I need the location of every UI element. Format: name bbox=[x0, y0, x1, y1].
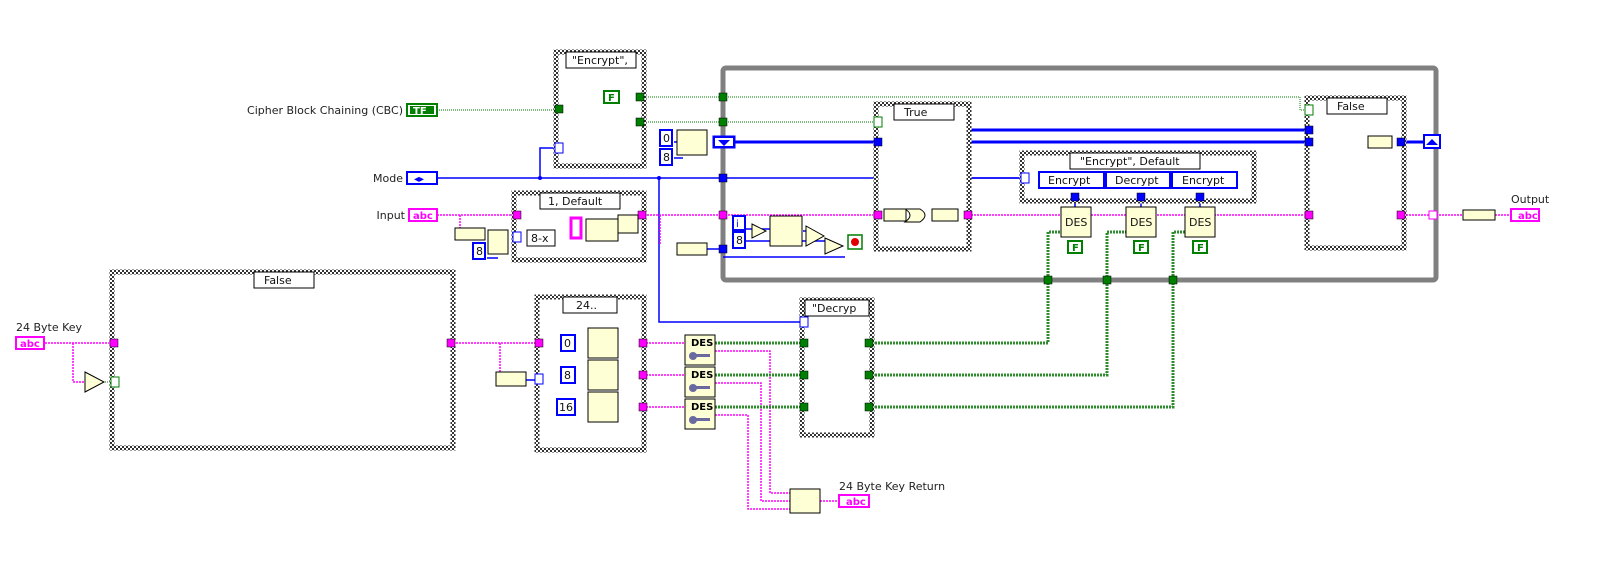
svg-text:i: i bbox=[736, 219, 739, 230]
string-length-node bbox=[676, 242, 708, 256]
byte-array-to-string-node bbox=[1462, 209, 1496, 221]
des-key-subvi-1[interactable]: DES bbox=[684, 334, 716, 366]
svg-text:abc: abc bbox=[1518, 211, 1538, 222]
block-diagram: "Encrypt", 1, Default True "Encrypt", De… bbox=[15, 49, 1550, 514]
svg-text:abc: abc bbox=[413, 211, 433, 222]
indicator-output: Output abc bbox=[1510, 193, 1550, 222]
case-selector-label[interactable]: True bbox=[903, 106, 928, 119]
string-length-node bbox=[454, 227, 486, 241]
svg-text:16: 16 bbox=[559, 401, 573, 414]
string-subset-node bbox=[587, 327, 619, 359]
des-subvi-encrypt-1[interactable]: DES bbox=[1060, 206, 1092, 238]
svg-text:F: F bbox=[1197, 243, 1204, 254]
case-selector-label[interactable]: False bbox=[264, 274, 292, 287]
string-subset-node bbox=[769, 215, 803, 247]
string-subset-node bbox=[587, 391, 619, 423]
svg-text:DES: DES bbox=[691, 402, 713, 413]
case-key-check[interactable]: False bbox=[109, 269, 456, 451]
svg-text:0: 0 bbox=[663, 132, 670, 145]
constant-offset-8[interactable]: 8 bbox=[560, 366, 576, 384]
enum-encrypt-1[interactable]: Encrypt bbox=[1038, 171, 1105, 189]
case-selector-label[interactable]: 1, Default bbox=[548, 195, 603, 208]
svg-text:Input: Input bbox=[377, 209, 406, 222]
empty-string-node bbox=[84, 371, 106, 393]
svg-text:8: 8 bbox=[476, 245, 483, 258]
control-input[interactable]: Input abc bbox=[377, 208, 438, 222]
control-24-byte-key[interactable]: 24 Byte Key abc bbox=[15, 321, 83, 350]
svg-text:F: F bbox=[1138, 243, 1145, 254]
greater-equal-node bbox=[824, 237, 845, 255]
constant-eight-pad[interactable]: 8 bbox=[472, 242, 486, 260]
constant-eight-loop[interactable]: 8 bbox=[732, 231, 746, 249]
svg-text:Decrypt: Decrypt bbox=[1115, 174, 1159, 187]
svg-text:F: F bbox=[608, 93, 615, 104]
constant-zero-init[interactable]: 0 bbox=[659, 129, 673, 147]
des-subvi-decrypt[interactable]: DES bbox=[1125, 206, 1157, 238]
svg-text:24 Byte Key Return: 24 Byte Key Return bbox=[839, 480, 945, 493]
case-cbc-xor[interactable]: True bbox=[873, 101, 972, 252]
concatenate-strings-node bbox=[617, 214, 639, 234]
constant-false-des3[interactable]: F bbox=[1192, 240, 1208, 254]
control-mode[interactable]: Mode ◂▸ bbox=[373, 171, 438, 185]
string-length-node bbox=[495, 371, 527, 387]
type-cast-node bbox=[883, 208, 907, 222]
string-subset-node bbox=[587, 359, 619, 391]
initialize-array-node bbox=[676, 129, 708, 156]
svg-text:Mode: Mode bbox=[373, 172, 403, 185]
type-cast-node bbox=[1367, 135, 1393, 149]
enum-decrypt[interactable]: Decrypt bbox=[1105, 171, 1171, 189]
svg-text:F: F bbox=[1072, 243, 1079, 254]
svg-text:abc: abc bbox=[20, 339, 40, 350]
svg-text:abc: abc bbox=[846, 497, 866, 508]
svg-text:DES: DES bbox=[1130, 216, 1152, 229]
svg-text:Encrypt: Encrypt bbox=[1182, 174, 1225, 187]
svg-text:DES: DES bbox=[1065, 216, 1087, 229]
case-selector-label[interactable]: "Decryp bbox=[812, 302, 856, 315]
svg-text:Output: Output bbox=[1511, 193, 1550, 206]
control-cbc[interactable]: Cipher Block Chaining (CBC) TF bbox=[247, 103, 438, 117]
svg-text:DES: DES bbox=[1189, 216, 1211, 229]
indicator-24-byte-key-return: 24 Byte Key Return abc bbox=[838, 480, 945, 508]
svg-text:0: 0 bbox=[564, 337, 571, 350]
enum-encrypt-2[interactable]: Encrypt bbox=[1171, 171, 1238, 189]
iteration-terminal bbox=[732, 215, 746, 231]
des-key-subvi-2[interactable]: DES bbox=[684, 366, 716, 398]
svg-text:DES: DES bbox=[691, 370, 713, 381]
type-cast-node bbox=[931, 208, 959, 222]
constant-offset-0[interactable]: 0 bbox=[560, 334, 576, 352]
svg-text:Encrypt: Encrypt bbox=[1048, 174, 1091, 187]
case-decrypt-swap[interactable]: "Decryp bbox=[799, 297, 875, 438]
case-encrypt-top[interactable]: "Encrypt", bbox=[553, 49, 647, 169]
svg-text:DES: DES bbox=[691, 338, 713, 349]
des-key-subvi-3[interactable]: DES bbox=[684, 398, 716, 430]
reshape-array-node bbox=[585, 218, 619, 242]
constant-false-des1[interactable]: F bbox=[1067, 240, 1083, 254]
svg-text:8: 8 bbox=[663, 151, 670, 164]
case-cbc-out[interactable]: False bbox=[1304, 95, 1407, 251]
constant-false-des2[interactable]: F bbox=[1133, 240, 1149, 254]
svg-text:8: 8 bbox=[564, 369, 571, 382]
concatenate-strings-node bbox=[789, 488, 821, 514]
case-selector-label[interactable]: False bbox=[1337, 100, 1365, 113]
svg-text:24 Byte Key: 24 Byte Key bbox=[16, 321, 83, 334]
des-subvi-encrypt-2[interactable]: DES bbox=[1184, 206, 1216, 238]
svg-text:8-x: 8-x bbox=[531, 232, 549, 245]
case-selector-label[interactable]: 24.. bbox=[576, 299, 597, 312]
svg-text:Cipher Block Chaining (CBC): Cipher Block Chaining (CBC) bbox=[247, 104, 403, 117]
svg-text:8: 8 bbox=[736, 234, 743, 247]
constant-eight-init[interactable]: 8 bbox=[659, 148, 673, 166]
empty-byte-array-constant bbox=[569, 216, 583, 240]
case-selector-label[interactable]: "Encrypt", bbox=[572, 54, 628, 67]
multiply-node bbox=[751, 223, 768, 239]
subtract-from-8-node[interactable]: 8-x bbox=[526, 229, 556, 247]
quotient-remainder-node bbox=[487, 229, 509, 255]
constant-offset-16[interactable]: 16 bbox=[556, 398, 576, 416]
svg-text:◂▸: ◂▸ bbox=[414, 174, 424, 185]
svg-text:TF: TF bbox=[413, 106, 427, 117]
add-node bbox=[805, 225, 826, 247]
case-selector-label[interactable]: "Encrypt", Default bbox=[1080, 155, 1180, 168]
constant-false-top[interactable]: F bbox=[603, 90, 620, 104]
